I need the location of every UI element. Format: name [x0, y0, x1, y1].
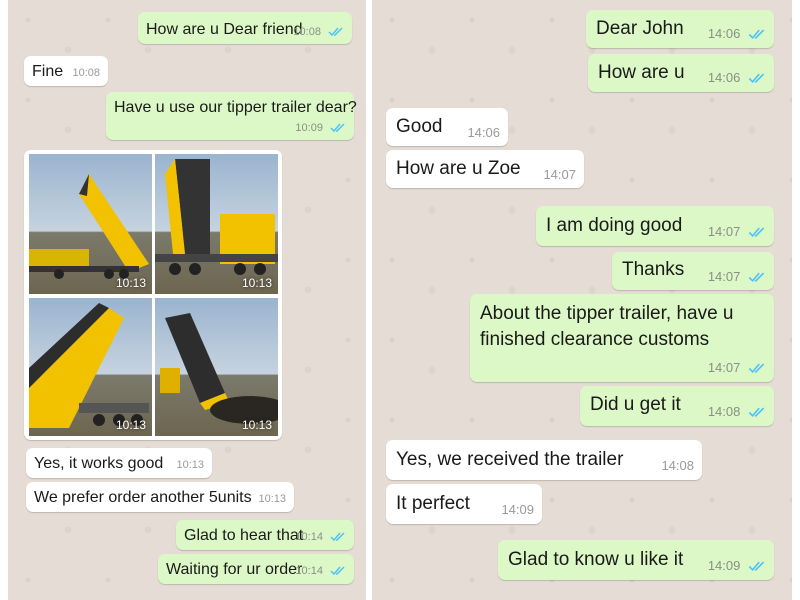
message-text: Dear John [596, 18, 684, 39]
message-bubble[interactable]: About the tipper trailer, have u finishe… [470, 294, 774, 382]
double-check-icon [330, 532, 345, 542]
message-time: 10:14 [295, 531, 323, 543]
message-text: How are u Zoe [396, 158, 521, 179]
tipper-trailer-image [29, 174, 149, 279]
message-meta: 10:14 [295, 531, 346, 545]
double-check-icon [330, 566, 345, 576]
message-meta: 14:06 [708, 26, 766, 42]
message-meta: 10:14 [295, 565, 346, 579]
message-bubble[interactable]: Good 14:06 [386, 108, 508, 146]
message-text: We prefer order another 5units [34, 489, 252, 506]
message-bubble[interactable]: It perfect 14:09 [386, 484, 542, 524]
photo-album[interactable]: 10:13 10:13 10:13 10:13 [24, 150, 282, 440]
message-meta: 14:06 [708, 70, 766, 86]
message-text: Good [396, 116, 443, 137]
message-text: Waiting for ur order [166, 561, 303, 578]
message-bubble[interactable]: How are u 14:06 [588, 54, 774, 92]
message-meta: 10:08 [293, 26, 344, 40]
message-bubble[interactable]: We prefer order another 5units 10:13 [26, 482, 294, 512]
message-text: Have u use our tipper trailer dear? [114, 99, 357, 116]
message-text: Yes, it works good [34, 455, 164, 472]
double-check-icon [330, 123, 345, 133]
message-bubble[interactable]: Thanks 14:07 [612, 252, 774, 290]
message-bubble[interactable]: Waiting for ur order 10:14 [158, 554, 354, 584]
message-bubble[interactable]: How are u Dear friend 10:08 [138, 12, 352, 44]
double-check-icon [328, 27, 343, 37]
message-bubble[interactable]: Yes, we received the trailer 14:08 [386, 440, 702, 480]
message-meta: 14:07 [708, 360, 766, 376]
message-bubble[interactable]: Dear John 14:06 [586, 10, 774, 48]
message-time: 14:06 [707, 26, 741, 41]
message-bubble[interactable]: Have u use our tipper trailer dear? 10:0… [106, 92, 357, 140]
message-meta: 14:09 [708, 558, 766, 574]
tipper-trailer-image [155, 159, 278, 275]
trailer-photo[interactable]: 10:13 [29, 154, 152, 294]
message-meta: 14:07 [708, 224, 766, 240]
message-time: 10:13 [176, 459, 204, 471]
photo-time: 10:13 [241, 418, 272, 432]
message-time: 14:07 [707, 269, 741, 284]
message-bubble[interactable]: How are u Zoe 14:07 [386, 150, 584, 188]
message-bubble[interactable]: Fine 10:08 [24, 56, 108, 86]
message-bubble[interactable]: Did u get it 14:08 [580, 386, 774, 426]
message-text: Glad to hear that [184, 527, 304, 544]
tipper-trailer-image [29, 303, 149, 428]
message-text: It perfect [396, 493, 470, 514]
photo-time: 10:13 [115, 418, 146, 432]
message-meta: 14:07 [708, 269, 766, 285]
message-time: 10:13 [258, 493, 286, 505]
photo-time: 10:13 [115, 276, 146, 290]
double-check-icon [748, 363, 765, 374]
message-time: 14:08 [661, 458, 694, 473]
double-check-icon [748, 272, 765, 283]
message-bubble[interactable]: Yes, it works good 10:13 [26, 448, 212, 478]
message-time: 10:08 [293, 26, 321, 38]
message-time: 14:09 [707, 558, 741, 573]
double-check-icon [748, 227, 765, 238]
message-text: Thanks [622, 259, 685, 280]
message-time: 14:07 [543, 167, 576, 182]
message-text: Did u get it [590, 394, 681, 415]
left-chat-panel[interactable]: How are u Dear friend 10:08 Fine 10:08 H… [8, 0, 366, 600]
message-time: 14:08 [707, 404, 741, 419]
message-time: 10:08 [72, 67, 100, 79]
message-text-line: About the tipper trailer, have u [480, 303, 734, 324]
message-meta: 10:09 [295, 122, 346, 136]
message-text: How are u Dear friend [146, 21, 303, 38]
tipper-trailer-image [160, 313, 278, 424]
message-time: 14:07 [707, 224, 741, 239]
message-text: Fine [32, 63, 64, 80]
message-bubble[interactable]: I am doing good 14:07 [536, 206, 774, 246]
trailer-photo[interactable]: 10:13 [155, 154, 278, 294]
message-text: I am doing good [546, 215, 683, 236]
message-time: 14:06 [467, 125, 500, 140]
message-text: Glad to know u like it [508, 549, 684, 570]
double-check-icon [748, 29, 765, 40]
trailer-photo[interactable]: 10:13 [29, 298, 152, 436]
photo-time: 10:13 [241, 276, 272, 290]
message-bubble[interactable]: Glad to know u like it 14:09 [498, 540, 774, 580]
message-time: 14:07 [707, 360, 741, 375]
message-time: 14:09 [501, 502, 534, 517]
message-time: 14:06 [707, 70, 741, 85]
message-text: How are u [598, 62, 685, 83]
double-check-icon [748, 561, 765, 572]
message-time: 10:09 [295, 122, 323, 134]
message-bubble[interactable]: Glad to hear that 10:14 [176, 520, 354, 550]
message-text: Yes, we received the trailer [396, 449, 624, 470]
right-chat-panel[interactable]: Dear John 14:06 How are u 14:06 Good 14:… [372, 0, 792, 600]
message-time: 10:14 [295, 565, 323, 577]
double-check-icon [748, 73, 765, 84]
trailer-photo[interactable]: 10:13 [155, 298, 278, 436]
message-text-line: finished clearance customs [480, 329, 710, 350]
message-meta: 14:08 [708, 404, 766, 420]
double-check-icon [748, 407, 765, 418]
